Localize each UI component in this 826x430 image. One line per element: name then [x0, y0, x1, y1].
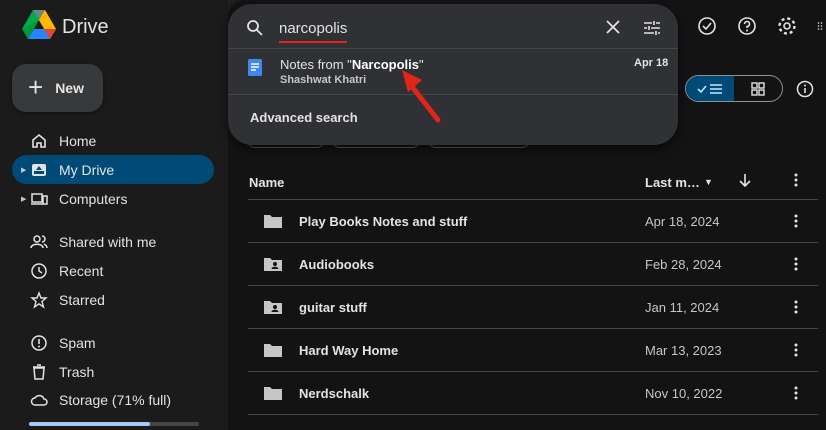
- sidebar-item-home[interactable]: Home: [12, 126, 214, 155]
- folder-icon: [264, 387, 282, 400]
- table-row[interactable]: Hard Way Home Mar 13, 2023: [248, 329, 818, 372]
- sidebar-item-starred[interactable]: Starred: [12, 285, 214, 314]
- caret-right-icon[interactable]: ▶: [21, 195, 26, 203]
- computers-icon: [31, 193, 48, 205]
- settings-gear-icon[interactable]: [777, 16, 797, 36]
- ready-for-offline-icon[interactable]: [697, 16, 717, 36]
- sidebar-item-trash[interactable]: Trash: [12, 357, 214, 386]
- sidebar-item-label: Storage (71% full): [59, 391, 172, 408]
- shared-folder-icon: [264, 301, 282, 314]
- folder-icon: [264, 344, 282, 357]
- search-input[interactable]: [279, 16, 579, 40]
- file-name: Play Books Notes and stuff: [299, 214, 468, 229]
- caret-right-icon[interactable]: ▶: [21, 166, 26, 174]
- clock-icon: [31, 263, 47, 279]
- sidebar-item-label: My Drive: [59, 161, 115, 178]
- search-result-item[interactable]: Notes from "Narcopolis" Shashwat Khatri …: [228, 50, 678, 90]
- sidebar-item-shared-with-me[interactable]: Shared with me: [12, 227, 214, 256]
- more-vert-icon[interactable]: [788, 213, 804, 229]
- table-row[interactable]: Play Books Notes and stuff Apr 18, 2024: [248, 200, 818, 243]
- sidebar-item-computers[interactable]: ▶ Computers: [12, 184, 214, 213]
- file-name: Nerdschalk: [299, 386, 370, 401]
- cloud-icon: [30, 394, 48, 406]
- sort-arrow-down-icon[interactable]: [737, 172, 753, 188]
- my-drive-icon: [32, 164, 46, 176]
- file-list-header: Name Last m… ▼: [248, 168, 818, 200]
- folder-icon: [264, 215, 282, 228]
- more-vert-icon[interactable]: [788, 299, 804, 315]
- storage-bar: [29, 422, 150, 426]
- plus-icon: +: [28, 71, 44, 102]
- apps-grid-icon[interactable]: [817, 16, 826, 36]
- sidebar-item-label: Computers: [59, 190, 128, 207]
- sidebar-item-label: Trash: [59, 363, 95, 380]
- table-row[interactable]: Nerdschalk Nov 10, 2022: [248, 372, 818, 415]
- dropdown-triangle-icon[interactable]: ▼: [704, 177, 713, 187]
- grid-view-button[interactable]: [734, 76, 782, 101]
- file-modified-date: Jan 11, 2024: [645, 300, 720, 315]
- search-panel: Notes from "Narcopolis" Shashwat Khatri …: [228, 4, 678, 145]
- sidebar-item-storage[interactable]: Storage (71% full): [12, 385, 214, 414]
- new-button[interactable]: + New: [12, 64, 103, 112]
- divider: [228, 48, 678, 49]
- search-options-tune-icon[interactable]: [642, 18, 662, 38]
- top-toolbar: [697, 16, 826, 36]
- file-modified-date: Mar 13, 2023: [645, 343, 722, 358]
- advanced-search-link[interactable]: Advanced search: [250, 110, 358, 125]
- sidebar: Drive + New Home ▶ My Drive ▶ Computers …: [0, 0, 228, 430]
- file-modified-date: Feb 28, 2024: [645, 257, 722, 272]
- file-name: Audiobooks: [299, 257, 375, 272]
- shared-icon: [30, 235, 48, 249]
- file-modified-date: Apr 18, 2024: [645, 214, 720, 229]
- sidebar-item-label: Spam: [59, 334, 96, 351]
- google-docs-icon: [248, 59, 262, 76]
- search-icon[interactable]: [246, 19, 264, 37]
- sidebar-item-label: Recent: [59, 262, 104, 279]
- divider: [228, 94, 678, 95]
- list-view-button[interactable]: [686, 76, 734, 101]
- shared-folder-icon: [264, 258, 282, 271]
- app-name: Drive: [62, 16, 109, 38]
- view-toggle: [685, 75, 783, 102]
- sidebar-item-label: Home: [59, 132, 97, 149]
- file-modified-date: Nov 10, 2022: [645, 386, 723, 401]
- file-name: guitar stuff: [299, 300, 367, 315]
- more-vert-icon[interactable]: [788, 385, 804, 401]
- close-icon[interactable]: [604, 18, 622, 36]
- spam-icon: [31, 335, 47, 351]
- last-modified-column-header[interactable]: Last m…: [645, 175, 700, 190]
- check-list-icon: [697, 83, 722, 94]
- google-drive-logo-icon: [22, 10, 56, 39]
- name-column-header[interactable]: Name: [249, 175, 284, 190]
- info-icon[interactable]: [796, 80, 814, 98]
- trash-icon: [33, 364, 45, 380]
- annotation-arrow-icon: [402, 70, 441, 123]
- more-vert-icon[interactable]: [788, 172, 804, 188]
- drive-logo[interactable]: Drive: [22, 10, 109, 40]
- more-vert-icon[interactable]: [788, 256, 804, 272]
- search-result-owner: Shashwat Khatri: [280, 74, 367, 86]
- new-button-label: New: [55, 80, 84, 96]
- sidebar-item-recent[interactable]: Recent: [12, 256, 214, 285]
- file-name: Hard Way Home: [299, 343, 399, 358]
- sidebar-item-label: Starred: [59, 291, 105, 308]
- table-row[interactable]: guitar stuff Jan 11, 2024: [248, 286, 818, 329]
- sidebar-item-my-drive[interactable]: ▶ My Drive: [12, 155, 214, 184]
- search-result-date: Apr 18: [634, 57, 669, 69]
- sidebar-item-spam[interactable]: Spam: [12, 328, 214, 357]
- sidebar-item-label: Shared with me: [59, 233, 157, 250]
- table-row[interactable]: Audiobooks Feb 28, 2024: [248, 243, 818, 286]
- grid-icon: [751, 81, 765, 96]
- home-icon: [32, 133, 46, 148]
- annotation-underline: [279, 41, 347, 43]
- star-icon: [30, 291, 48, 309]
- result-title-prefix: Notes from ": [280, 57, 352, 72]
- help-icon[interactable]: [737, 16, 757, 36]
- more-vert-icon[interactable]: [788, 342, 804, 358]
